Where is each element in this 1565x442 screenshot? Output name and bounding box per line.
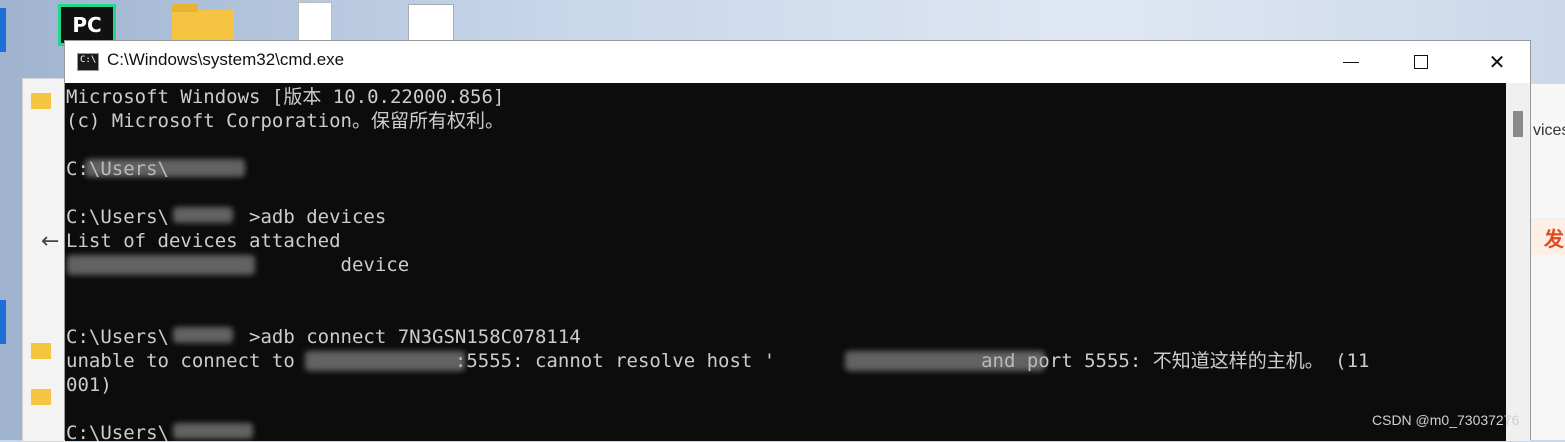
close-button[interactable]: ✕ [1462,41,1532,83]
cmd-icon [77,53,99,71]
ad-banner[interactable]: 发 [1529,218,1565,255]
console-line: (c) Microsoft Corporation。保留所有权利。 [66,110,504,132]
taskbar-app-icon[interactable] [0,8,6,52]
redaction-blur [173,207,233,223]
redaction-blur [173,327,233,343]
taskbar-edge [0,0,10,440]
window-title: C:\Windows\system32\cmd.exe [107,50,345,69]
taskbar-app-icon[interactable] [0,300,6,344]
console-output[interactable]: Microsoft Windows [版本 10.0.22000.856] (c… [65,83,1506,441]
folder-icon [31,343,51,359]
console-line: unable to connect to :5555: cannot resol… [66,350,1370,372]
vertical-scrollbar[interactable] [1506,83,1530,441]
console-line: C:\Users\ >adb connect 7N3GSN158C078114 [66,326,581,348]
pycharm-icon-label: PC [72,13,102,37]
cmd-window[interactable]: C:\Windows\system32\cmd.exe ✕ Microsoft … [64,40,1531,441]
redaction-blur [67,255,255,275]
title-bar[interactable]: C:\Windows\system32\cmd.exe ✕ [65,41,1530,83]
redaction-blur [173,423,253,439]
scrollbar-thumb[interactable] [1513,111,1523,137]
watermark: CSDN @m0_73037276 [1372,412,1520,428]
minimize-icon [1343,61,1359,63]
background-window-text: vices [1533,122,1565,139]
maximize-button[interactable] [1386,41,1456,83]
back-arrow-icon[interactable]: ← [41,229,59,254]
minimize-button[interactable] [1316,41,1386,83]
folder-icon [31,389,51,405]
console-line: C:\Users\ [66,422,169,441]
console-line: 001) [66,374,112,396]
ad-banner-text: 发 [1544,227,1564,251]
console-line: List of devices attached [66,230,341,252]
redaction-blur [305,351,465,371]
console-line: Microsoft Windows [版本 10.0.22000.856] [66,86,505,108]
redaction-blur [85,159,245,177]
folder-icon [31,93,51,109]
maximize-icon [1414,55,1428,69]
redaction-blur [845,351,1045,371]
close-icon: ✕ [1488,50,1506,74]
